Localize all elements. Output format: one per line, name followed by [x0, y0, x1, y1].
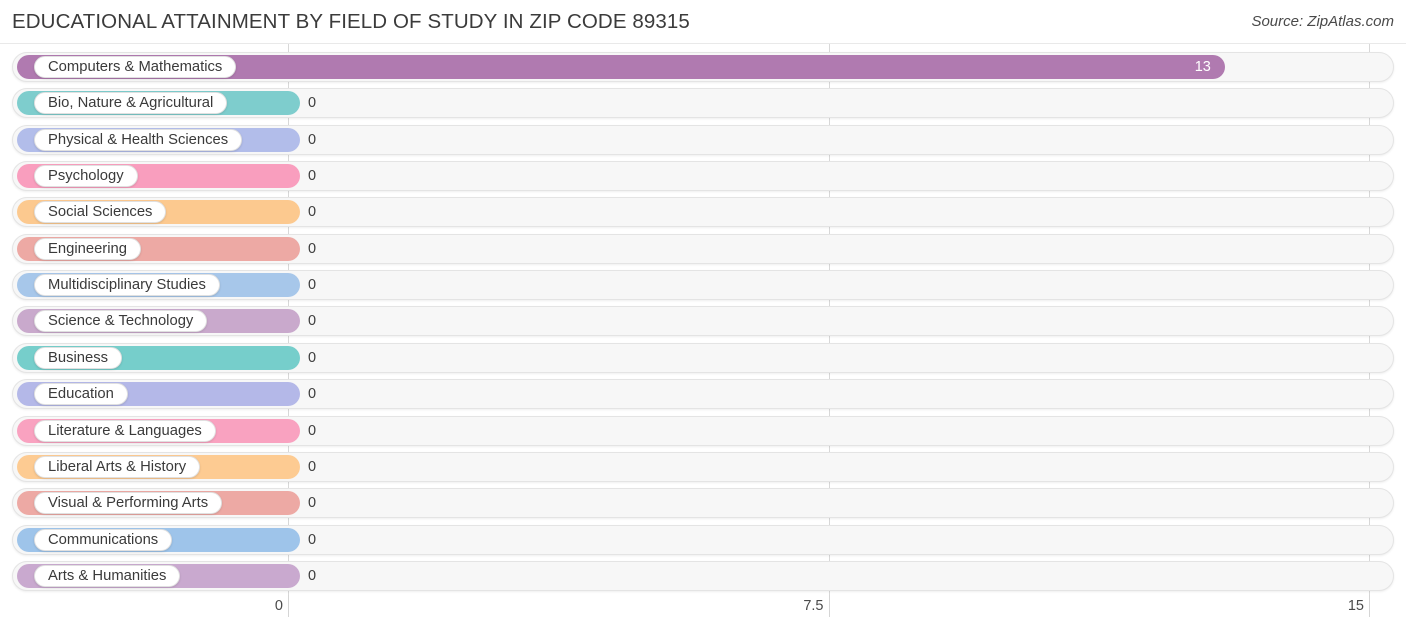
- bar-value-label: 0: [308, 277, 317, 294]
- category-label: Visual & Performing Arts: [48, 495, 209, 512]
- category-label-pill: Psychology: [34, 165, 138, 188]
- chart-row[interactable]: 0 Communications: [12, 524, 1394, 555]
- chart-row[interactable]: 0 Business: [12, 342, 1394, 373]
- bar-value-label: 0: [308, 386, 317, 403]
- chart-plot-area: 13 Computers & Mathematics 0 Bio, Nature & …: [0, 44, 1406, 595]
- chart-row[interactable]: 0 Liberal Arts & History: [12, 451, 1394, 482]
- bar-value-label: 0: [308, 168, 317, 185]
- bar-value-label: 0: [308, 495, 317, 512]
- chart-row[interactable]: 0 Arts & Humanities: [12, 560, 1394, 591]
- chart-row[interactable]: 0 Physical & Health Sciences: [12, 124, 1394, 155]
- category-label-pill: Social Sciences: [34, 201, 167, 224]
- chart-header: EDUCATIONAL ATTAINMENT BY FIELD OF STUDY…: [0, 0, 1406, 43]
- bar-value-label: 0: [308, 422, 317, 439]
- category-label: Arts & Humanities: [48, 567, 167, 584]
- category-label-pill: Science & Technology: [34, 310, 208, 333]
- category-label: Bio, Nature & Agricultural: [48, 95, 214, 112]
- category-label-pill: Communications: [34, 528, 173, 551]
- category-label-pill: Physical & Health Sciences: [34, 128, 243, 151]
- chart-row[interactable]: 0 Literature & Languages: [12, 415, 1394, 446]
- axis-tick: [288, 595, 289, 617]
- bar-value-label: 0: [308, 458, 317, 475]
- axis-tick-label: 0: [274, 598, 283, 614]
- category-label: Computers & Mathematics: [48, 59, 223, 75]
- category-label: Physical & Health Sciences: [48, 131, 229, 148]
- chart-row[interactable]: 0 Social Sciences: [12, 197, 1394, 228]
- category-label-pill: Education: [34, 383, 128, 406]
- bar-value-label: 13: [1194, 59, 1211, 75]
- category-label-pill: Visual & Performing Arts: [34, 492, 223, 515]
- category-label-pill: Engineering: [34, 237, 141, 260]
- bar-value-label: 0: [308, 531, 317, 548]
- bar-value-label: 0: [308, 240, 317, 257]
- chart-row[interactable]: 0 Multidisciplinary Studies: [12, 270, 1394, 301]
- bar-value-label: 0: [308, 567, 317, 584]
- category-label-pill: Liberal Arts & History: [34, 455, 201, 478]
- chart-row[interactable]: 0 Psychology: [12, 161, 1394, 192]
- category-label-pill: Arts & Humanities: [34, 564, 181, 587]
- bar-value-label: 0: [308, 131, 317, 148]
- category-label: Multidisciplinary Studies: [48, 277, 206, 294]
- chart-row[interactable]: 0 Education: [12, 379, 1394, 410]
- x-axis: 0 7.5 15: [0, 595, 1406, 631]
- chart-row[interactable]: 0 Engineering: [12, 233, 1394, 264]
- category-label: Psychology: [48, 168, 124, 185]
- bar-value-label: 0: [308, 349, 317, 366]
- chart-row[interactable]: 0 Visual & Performing Arts: [12, 488, 1394, 519]
- category-label: Liberal Arts & History: [48, 458, 187, 475]
- bar-value-label: 0: [308, 313, 317, 330]
- category-label: Engineering: [48, 240, 127, 257]
- category-label-pill: Bio, Nature & Agricultural: [34, 92, 228, 115]
- bar-value-label: 0: [308, 204, 317, 221]
- category-label: Business: [48, 349, 109, 366]
- category-label-pill: Multidisciplinary Studies: [34, 274, 220, 297]
- category-label: Education: [48, 386, 114, 403]
- axis-tick-label: 7.5: [803, 598, 824, 614]
- category-label: Science & Technology: [48, 313, 194, 330]
- category-label-pill: Literature & Languages: [34, 419, 216, 442]
- category-label-pill: Business: [34, 346, 123, 369]
- page-title: EDUCATIONAL ATTAINMENT BY FIELD OF STUDY…: [12, 10, 690, 33]
- axis-tick-label: 15: [1347, 598, 1364, 614]
- category-label-pill: Computers & Mathematics: [34, 56, 237, 78]
- chart-row[interactable]: 0 Bio, Nature & Agricultural: [12, 88, 1394, 119]
- chart-row[interactable]: 13 Computers & Mathematics: [12, 52, 1394, 82]
- chart-row[interactable]: 0 Science & Technology: [12, 306, 1394, 337]
- category-label: Literature & Languages: [48, 422, 202, 439]
- axis-tick: [1369, 595, 1370, 617]
- bar-value-label: 0: [308, 95, 317, 112]
- axis-tick: [828, 595, 830, 617]
- category-label: Social Sciences: [48, 204, 153, 221]
- source-attribution: Source: ZipAtlas.com: [1251, 13, 1394, 30]
- category-label: Communications: [48, 531, 159, 548]
